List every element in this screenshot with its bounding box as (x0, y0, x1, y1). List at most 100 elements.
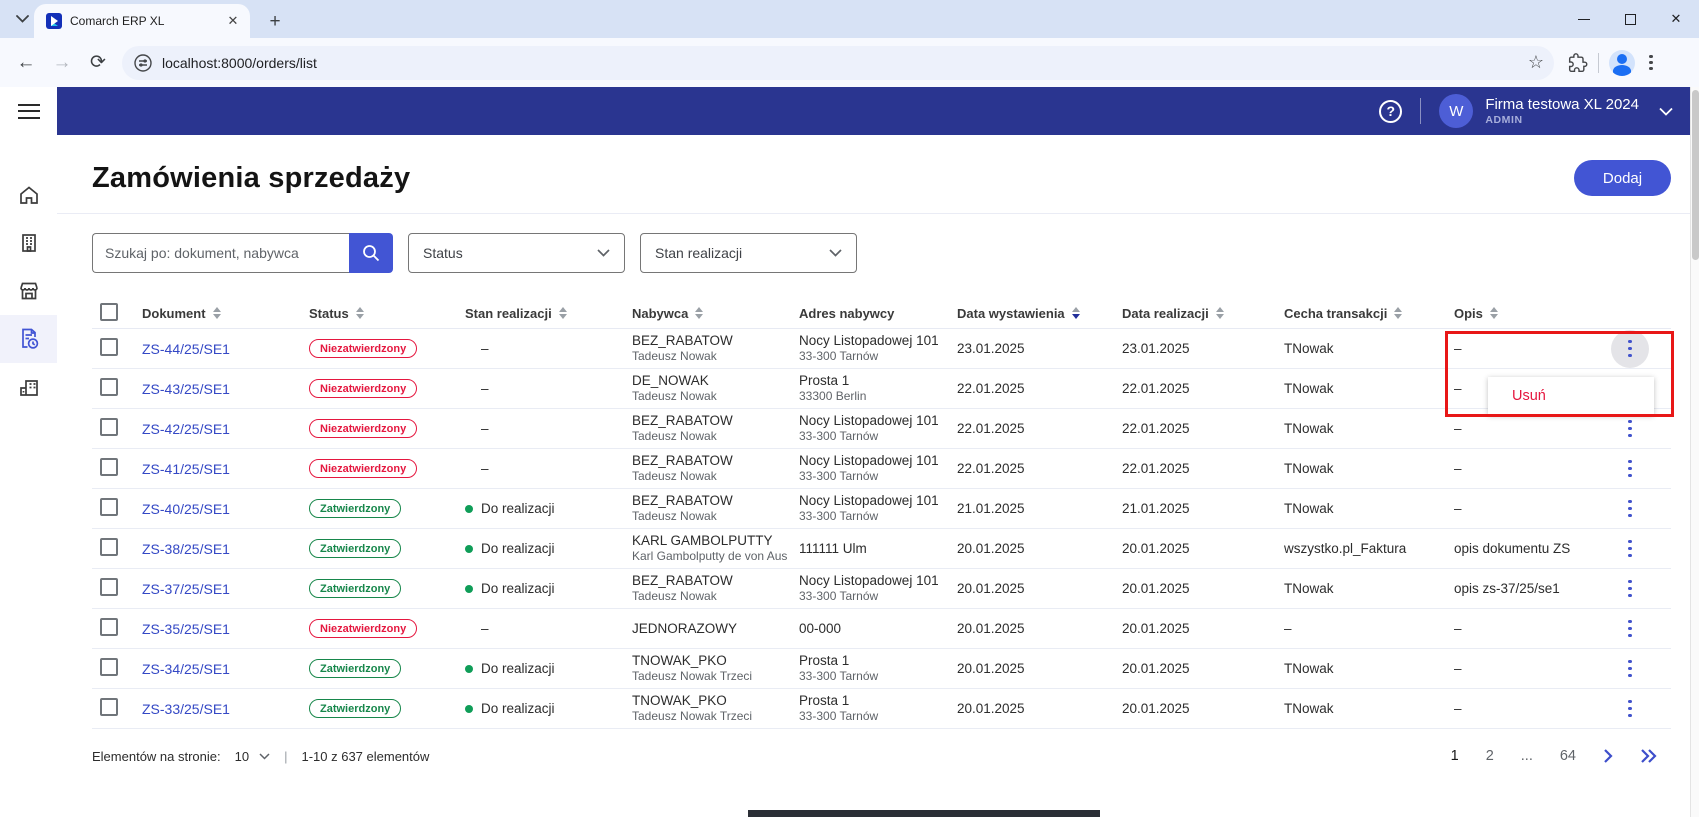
company-switcher[interactable]: W Firma testowa XL 2024 ADMIN (1439, 94, 1673, 128)
search-input[interactable] (92, 233, 349, 273)
page-number[interactable]: 64 (1560, 748, 1576, 764)
row-actions-kebab-icon[interactable] (1611, 610, 1649, 648)
hamburger-menu-icon[interactable] (0, 87, 57, 135)
user-role: ADMIN (1485, 114, 1639, 126)
browser-tab[interactable]: Comarch ERP XL ✕ (34, 4, 250, 38)
column-header[interactable]: Adres nabywcy (791, 306, 949, 321)
tab-search-chevron-icon[interactable] (8, 5, 36, 33)
sort-icon[interactable] (356, 307, 364, 319)
row-checkbox[interactable] (100, 578, 118, 596)
extensions-icon[interactable] (1568, 53, 1588, 73)
per-page-select[interactable]: 10 (235, 749, 270, 764)
document-link[interactable]: ZS-40/25/SE1 (142, 501, 230, 517)
row-checkbox[interactable] (100, 698, 118, 716)
row-checkbox[interactable] (100, 618, 118, 636)
window-close-button[interactable]: ✕ (1653, 0, 1699, 38)
column-header[interactable]: Status (301, 306, 457, 321)
document-link[interactable]: ZS-38/25/SE1 (142, 541, 230, 557)
row-actions-kebab-icon[interactable] (1611, 450, 1649, 488)
next-page-icon[interactable] (1603, 749, 1613, 763)
add-button[interactable]: Dodaj (1574, 160, 1671, 196)
column-header[interactable]: Opis (1446, 306, 1607, 321)
sidebar-item-company[interactable] (0, 219, 57, 267)
sort-icon[interactable] (1216, 307, 1224, 319)
document-link[interactable]: ZS-41/25/SE1 (142, 461, 230, 477)
last-page-icon[interactable] (1640, 749, 1657, 763)
row-actions-kebab-icon[interactable] (1611, 410, 1649, 448)
forward-icon[interactable]: → (46, 47, 78, 79)
row-checkbox[interactable] (100, 338, 118, 356)
row-checkbox[interactable] (100, 458, 118, 476)
window-maximize-button[interactable] (1607, 0, 1653, 38)
pagination: 1 2 ... 64 (1451, 748, 1671, 764)
column-header[interactable]: Nabywca (624, 306, 791, 321)
select-all-checkbox[interactable] (100, 303, 118, 321)
sort-icon[interactable] (559, 307, 567, 319)
sidebar-item-store[interactable] (0, 267, 57, 315)
row-checkbox[interactable] (100, 658, 118, 676)
sort-icon[interactable] (213, 307, 221, 319)
row-checkbox[interactable] (100, 418, 118, 436)
browser-menu-icon[interactable] (1645, 51, 1657, 75)
column-header[interactable]: Cecha transakcji (1276, 306, 1446, 321)
buyer-name: JEDNORAZOWY (632, 621, 791, 637)
sidebar-item-warehouse[interactable] (0, 363, 57, 411)
sidebar-item-home[interactable] (0, 171, 57, 219)
page-number[interactable]: 2 (1486, 748, 1494, 764)
document-link[interactable]: ZS-34/25/SE1 (142, 661, 230, 677)
url-text[interactable]: localhost:8000/orders/list (162, 55, 1528, 71)
row-checkbox[interactable] (100, 538, 118, 556)
delete-menu-item[interactable]: Usuń (1512, 388, 1546, 404)
description: – (1446, 341, 1607, 356)
stan-realizacji-filter-select[interactable]: Stan realizacji (640, 233, 857, 273)
back-icon[interactable]: ← (10, 47, 42, 79)
document-link[interactable]: ZS-43/25/SE1 (142, 381, 230, 397)
row-actions-kebab-icon[interactable] (1611, 490, 1649, 528)
address-bar[interactable]: localhost:8000/orders/list ☆ (122, 46, 1554, 80)
date-due: 23.01.2025 (1114, 341, 1276, 356)
row-actions-kebab-icon[interactable] (1611, 530, 1649, 568)
page-number[interactable]: 1 (1451, 748, 1459, 764)
stan-dot-icon (465, 505, 473, 513)
help-icon[interactable]: ? (1379, 100, 1402, 123)
toolbar-divider (1598, 53, 1599, 73)
window-minimize-button[interactable] (1561, 0, 1607, 38)
sidebar-item-orders[interactable] (0, 315, 57, 363)
column-header[interactable]: Data wystawienia (949, 306, 1114, 321)
tab-close-icon[interactable]: ✕ (224, 12, 242, 30)
column-header[interactable]: Data realizacji (1114, 306, 1276, 321)
footer-separator: | (284, 749, 287, 764)
browser-profile-avatar[interactable] (1609, 50, 1635, 76)
status-badge: Niezatwierdzony (309, 419, 417, 438)
column-header[interactable]: Dokument (134, 306, 301, 321)
table-row: ZS-43/25/SE1 Niezatwierdzony – DE_NOWAKT… (92, 369, 1671, 409)
document-link[interactable]: ZS-33/25/SE1 (142, 701, 230, 717)
row-checkbox[interactable] (100, 378, 118, 396)
document-link[interactable]: ZS-44/25/SE1 (142, 341, 230, 357)
document-link[interactable]: ZS-42/25/SE1 (142, 421, 230, 437)
row-actions-kebab-icon[interactable] (1611, 330, 1649, 368)
store-icon (17, 279, 41, 303)
chevron-down-icon[interactable] (1659, 107, 1673, 116)
bookmark-star-icon[interactable]: ☆ (1528, 52, 1544, 73)
document-link[interactable]: ZS-37/25/SE1 (142, 581, 230, 597)
sort-icon[interactable] (1072, 307, 1080, 319)
page-number[interactable]: ... (1521, 748, 1533, 764)
row-actions-kebab-icon[interactable] (1611, 650, 1649, 688)
site-info-icon[interactable] (134, 54, 152, 72)
row-checkbox[interactable] (100, 498, 118, 516)
search-button[interactable] (349, 233, 393, 273)
page-scrollbar[interactable] (1690, 87, 1699, 817)
document-link[interactable]: ZS-35/25/SE1 (142, 621, 230, 637)
sort-icon[interactable] (1394, 307, 1402, 319)
new-tab-button[interactable]: + (262, 9, 288, 35)
column-header[interactable]: Stan realizacji (457, 306, 624, 321)
sort-icon[interactable] (695, 307, 703, 319)
row-actions-kebab-icon[interactable] (1611, 570, 1649, 608)
reload-icon[interactable]: ⟳ (82, 47, 114, 79)
status-filter-select[interactable]: Status (408, 233, 625, 273)
status-badge: Zatwierdzony (309, 579, 401, 598)
sort-icon[interactable] (1490, 307, 1498, 319)
title-separator (57, 213, 1699, 214)
row-actions-kebab-icon[interactable] (1611, 690, 1649, 728)
